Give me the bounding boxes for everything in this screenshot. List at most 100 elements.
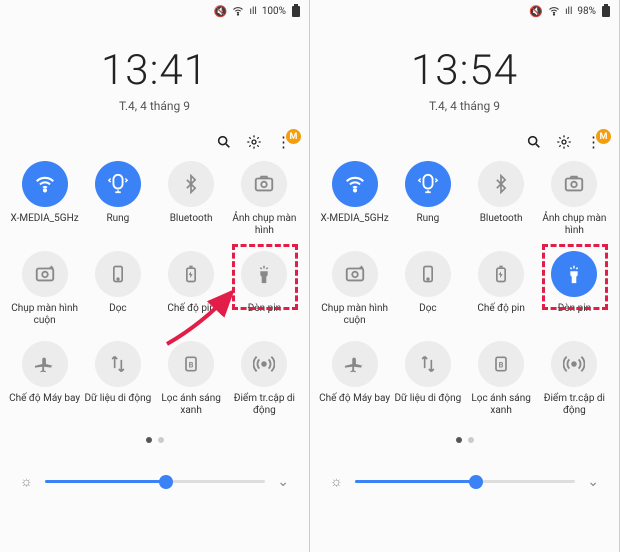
vibrate-icon[interactable] — [95, 161, 141, 207]
blue-icon[interactable]: B — [478, 341, 524, 387]
bt-icon[interactable] — [168, 161, 214, 207]
tile-scroll[interactable]: Chụp màn hình cuộn — [8, 251, 81, 327]
blue-icon[interactable]: B — [168, 341, 214, 387]
data-icon[interactable] — [405, 341, 451, 387]
brightness-icon: ☼ — [330, 473, 343, 490]
torch-icon[interactable] — [551, 251, 597, 297]
brightness-chevron-icon[interactable]: ⌄ — [587, 474, 599, 490]
tile-torch[interactable]: Đèn pin — [538, 251, 611, 327]
tile-hotspot[interactable]: Điểm tr.cập di động — [538, 341, 611, 417]
scroll-icon[interactable] — [22, 251, 68, 297]
tile-label: Chế độ Máy bay — [9, 393, 80, 405]
slider-track[interactable] — [45, 480, 265, 483]
tile-label: Chế độ pin — [167, 303, 215, 315]
scroll-icon[interactable] — [332, 251, 378, 297]
profile-avatar[interactable]: M — [286, 129, 301, 144]
status-bar: 🔇 ıll 98% — [310, 0, 619, 22]
dot — [468, 437, 474, 443]
battmode-icon[interactable] — [168, 251, 214, 297]
tile-portrait[interactable]: Dọc — [81, 251, 154, 327]
brightness-chevron-icon[interactable]: ⌄ — [277, 474, 289, 490]
tile-wifi[interactable]: X-MEDIA_5GHz — [8, 161, 81, 237]
hotspot-icon[interactable] — [551, 341, 597, 387]
mute-icon: 🔇 — [529, 5, 543, 18]
wifi-icon[interactable] — [332, 161, 378, 207]
clock-block: 13:54 T.4, 4 tháng 9 — [310, 46, 619, 113]
tile-bt[interactable]: Bluetooth — [155, 161, 228, 237]
vibrate-icon[interactable] — [405, 161, 451, 207]
dot — [158, 437, 164, 443]
tile-label: Bluetooth — [480, 213, 523, 225]
tile-data[interactable]: Dữ liệu di động — [81, 341, 154, 417]
plane-icon[interactable] — [22, 341, 68, 387]
tile-scroll[interactable]: Chụp màn hình cuộn — [318, 251, 391, 327]
bt-icon[interactable] — [478, 161, 524, 207]
profile-avatar[interactable]: M — [596, 129, 611, 144]
tile-screenshot[interactable]: Ảnh chụp màn hình — [228, 161, 301, 237]
tile-label: Ảnh chụp màn hình — [538, 213, 610, 237]
tile-blue[interactable]: BLọc ánh sáng xanh — [155, 341, 228, 417]
tile-bt[interactable]: Bluetooth — [465, 161, 538, 237]
screenshot-icon[interactable] — [241, 161, 287, 207]
slider-thumb[interactable] — [159, 475, 173, 489]
brightness-slider[interactable]: ☼⌄ — [0, 473, 309, 490]
wifi-icon[interactable] — [22, 161, 68, 207]
plane-icon[interactable] — [332, 341, 378, 387]
gear-icon[interactable] — [246, 134, 262, 150]
torch-icon[interactable] — [241, 251, 287, 297]
clock-date: T.4, 4 tháng 9 — [310, 99, 619, 113]
tile-label: Ảnh chụp màn hình — [228, 213, 300, 237]
tile-label: Chụp màn hình cuộn — [9, 303, 81, 327]
wifi-status-icon — [232, 5, 244, 17]
data-icon[interactable] — [95, 341, 141, 387]
portrait-icon[interactable] — [95, 251, 141, 297]
signal-icon: ıll — [565, 6, 572, 17]
tile-battmode[interactable]: Chế độ pin — [155, 251, 228, 327]
tile-label: X-MEDIA_5GHz — [11, 213, 79, 225]
clock-time: 13:54 — [310, 46, 619, 95]
tile-vibrate[interactable]: Rung — [391, 161, 464, 237]
screenshot-icon[interactable] — [551, 161, 597, 207]
battmode-icon[interactable] — [478, 251, 524, 297]
tile-blue[interactable]: B Lọc ánh sáng xanh — [465, 341, 538, 417]
page-indicator — [310, 437, 619, 443]
signal-icon: ıll — [249, 6, 256, 17]
phone-screenshot-left: 🔇ıll100%13:41T.4, 4 tháng 9⋮MX-MEDIA_5GH… — [0, 0, 310, 552]
more-icon[interactable]: ⋮M — [586, 133, 601, 151]
clock-block: 13:41T.4, 4 tháng 9 — [0, 46, 309, 113]
tile-hotspot[interactable]: Điểm tr.cập di động — [228, 341, 301, 417]
tile-label: Dữ liệu di động — [394, 393, 461, 405]
more-icon[interactable]: ⋮M — [276, 133, 291, 151]
quick-settings-grid: X-MEDIA_5GHzRung Bluetooth Ảnh chụp màn hì… — [310, 161, 619, 417]
tile-label: Điểm tr.cập di động — [538, 393, 610, 417]
clock-time: 13:41 — [0, 46, 309, 95]
search-icon[interactable] — [526, 134, 542, 150]
tile-label: Dọc — [419, 303, 437, 315]
slider-thumb[interactable] — [469, 475, 483, 489]
header-icons: ⋮M — [310, 113, 619, 161]
battery-pct: 98% — [577, 6, 596, 17]
slider-track[interactable] — [355, 480, 575, 483]
tile-data[interactable]: Dữ liệu di động — [391, 341, 464, 417]
tile-plane[interactable]: Chế độ Máy bay — [8, 341, 81, 417]
wifi-status-icon — [548, 5, 560, 17]
tile-torch[interactable]: Đèn pin — [228, 251, 301, 327]
hotspot-icon[interactable] — [241, 341, 287, 387]
tile-label: Đèn pin — [558, 303, 592, 315]
portrait-icon[interactable] — [405, 251, 451, 297]
gear-icon[interactable] — [556, 134, 572, 150]
tile-battmode[interactable]: Chế độ pin — [465, 251, 538, 327]
tile-wifi[interactable]: X-MEDIA_5GHz — [318, 161, 391, 237]
tile-label: Dữ liệu di động — [84, 393, 151, 405]
tile-screenshot[interactable]: Ảnh chụp màn hình — [538, 161, 611, 237]
tile-label: Lọc ánh sáng xanh — [465, 393, 537, 417]
svg-text:B: B — [499, 360, 504, 369]
brightness-icon: ☼ — [20, 473, 33, 490]
brightness-slider[interactable]: ☼⌄ — [310, 473, 619, 490]
tile-label: Chụp màn hình cuộn — [319, 303, 391, 327]
search-icon[interactable] — [216, 134, 232, 150]
tile-plane[interactable]: Chế độ Máy bay — [318, 341, 391, 417]
tile-vibrate[interactable]: Rung — [81, 161, 154, 237]
tile-label: Chế độ pin — [477, 303, 525, 315]
tile-portrait[interactable]: Dọc — [391, 251, 464, 327]
